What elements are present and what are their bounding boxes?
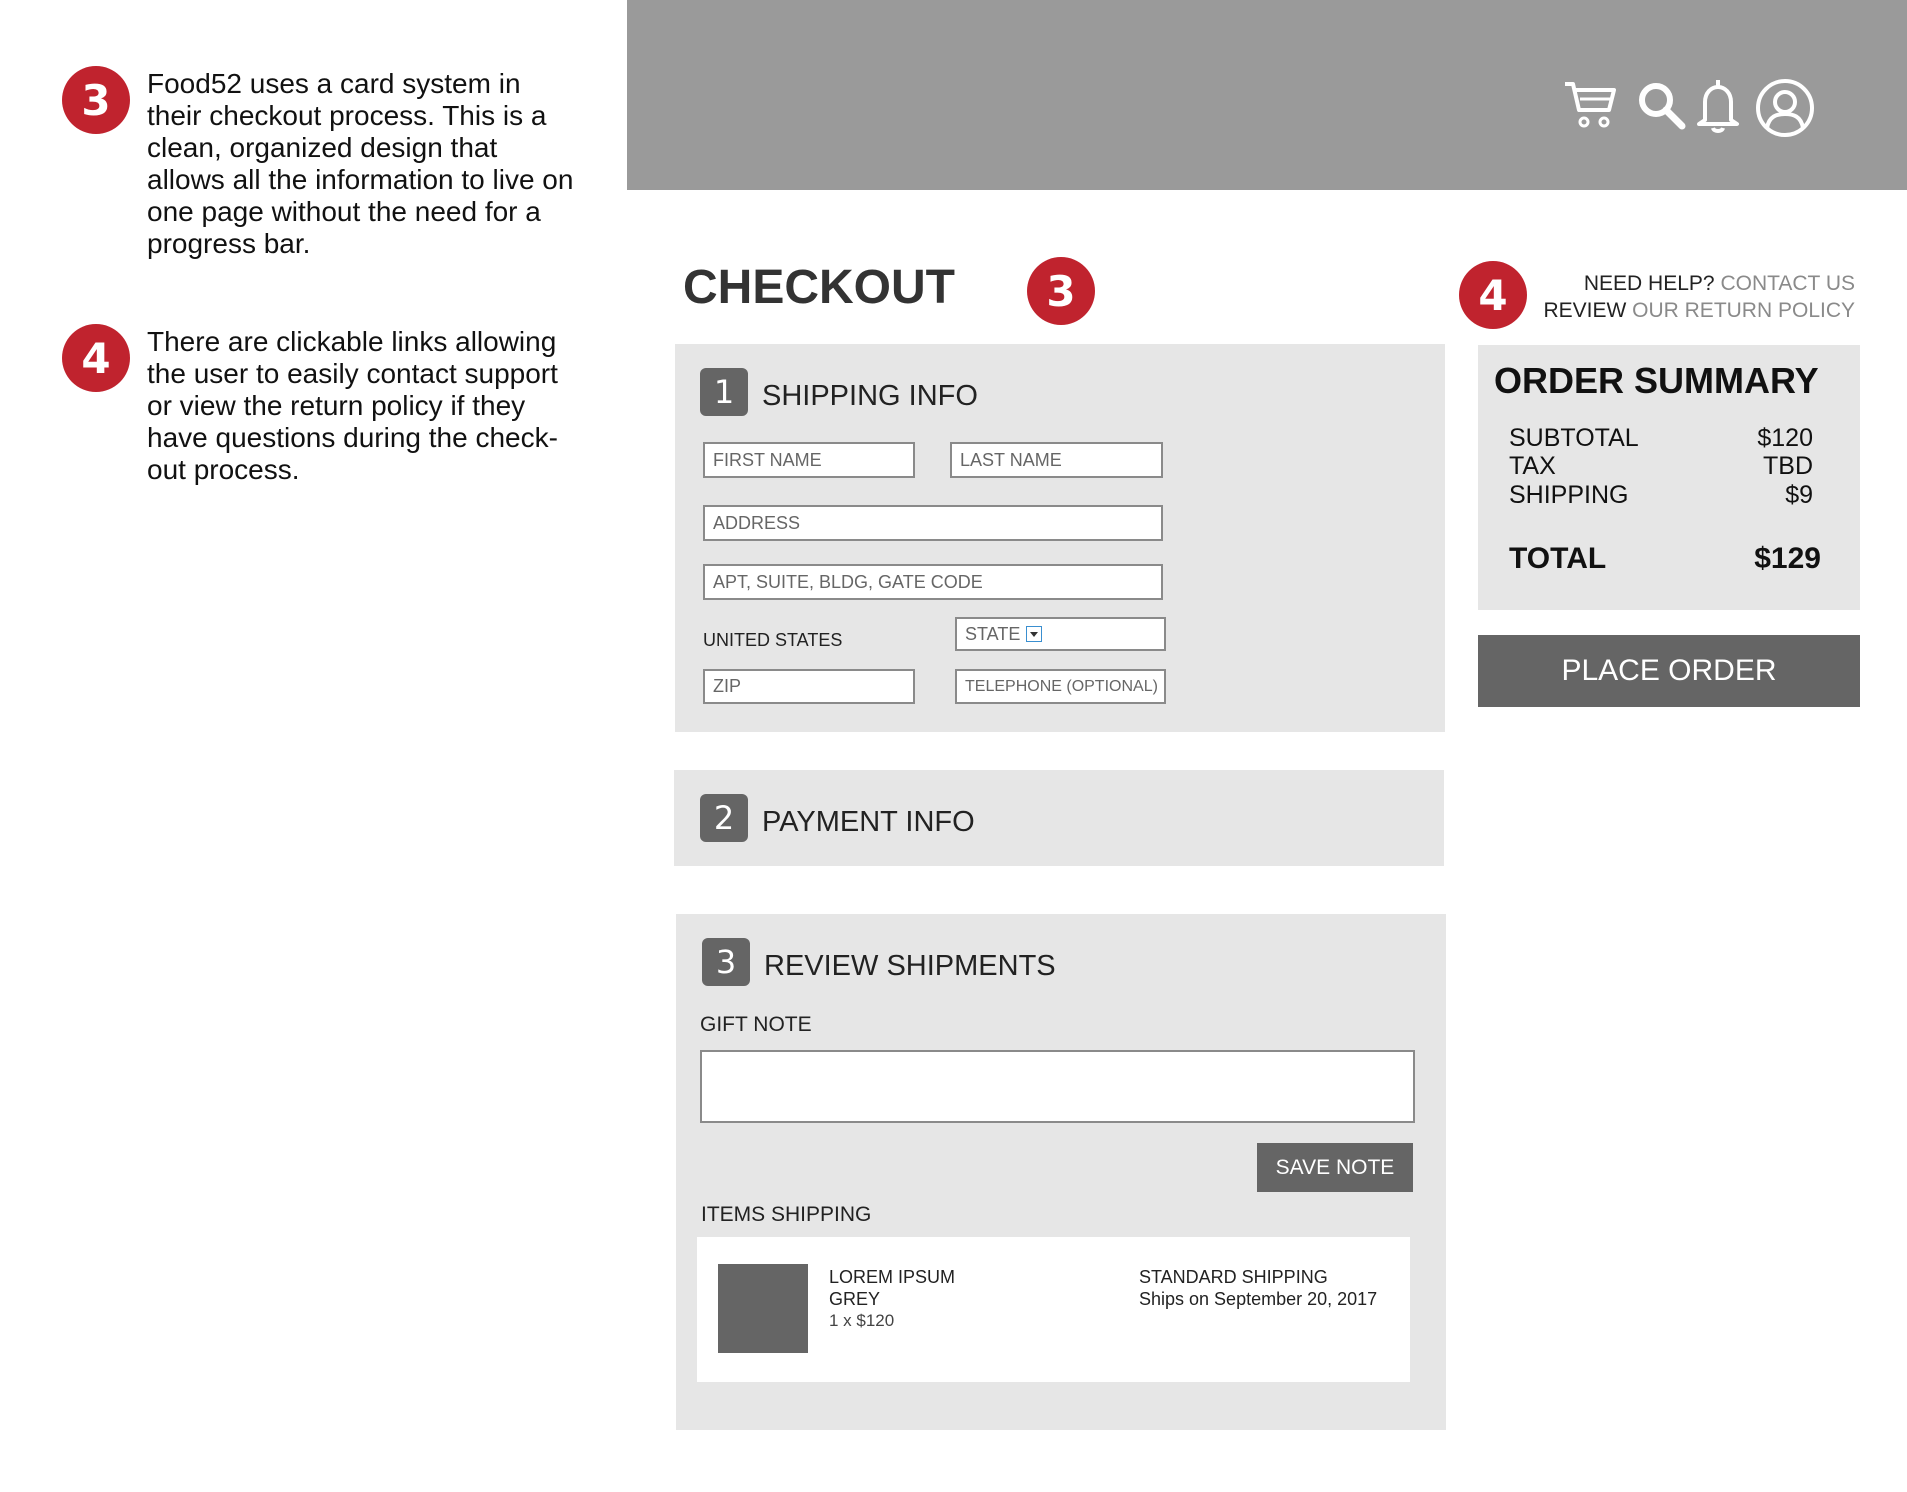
shipping-value: $9: [1785, 481, 1813, 509]
review-label: REVIEW: [1543, 299, 1627, 322]
gift-note-label: GIFT NOTE: [700, 1013, 812, 1036]
ship-date: Ships on September 20, 2017: [1139, 1289, 1378, 1309]
checkout-annotation-badge: 3: [1027, 257, 1095, 325]
annotation-4-text: There are clickable links allowing the u…: [147, 326, 558, 485]
annotation-4-badge: 4: [62, 324, 130, 392]
total-value: $129: [1754, 542, 1821, 575]
annotation-3-text: Food52 uses a card system in their check…: [147, 68, 574, 259]
payment-step-number: 2: [700, 794, 748, 842]
contact-us-link[interactable]: CONTACT US: [1720, 272, 1855, 295]
items-shipping-label: ITEMS SHIPPING: [701, 1203, 872, 1226]
page-title: CHECKOUT: [683, 261, 955, 314]
tax-label: TAX: [1509, 452, 1556, 480]
apt-field[interactable]: APT, SUITE, BLDG, GATE CODE: [703, 564, 1163, 600]
search-icon[interactable]: [1636, 80, 1686, 130]
state-select[interactable]: STATE: [955, 617, 1166, 651]
last-name-field[interactable]: LAST NAME: [950, 442, 1163, 478]
payment-info-title: PAYMENT INFO: [762, 806, 975, 838]
country-label[interactable]: UNITED STATES: [703, 630, 842, 651]
product-thumbnail: [718, 1264, 808, 1353]
review-shipments-title: REVIEW SHIPMENTS: [764, 950, 1056, 982]
annotation-3-badge: 3: [62, 66, 130, 134]
telephone-field[interactable]: TELEPHONE (OPTIONAL): [955, 669, 1166, 704]
need-help-line: NEED HELP? CONTACT US: [1584, 272, 1855, 296]
subtotal-value: $120: [1757, 424, 1813, 452]
review-step-number: 3: [702, 938, 750, 986]
return-policy-link[interactable]: OUR RETURN POLICY: [1632, 299, 1855, 322]
order-summary-title: ORDER SUMMARY: [1494, 360, 1819, 401]
address-field[interactable]: ADDRESS: [703, 505, 1163, 541]
shipping-info-title: SHIPPING INFO: [762, 380, 978, 412]
item-qty-price: 1 x $120: [829, 1311, 895, 1330]
shipping-label: SHIPPING: [1509, 481, 1629, 509]
total-label: TOTAL: [1509, 542, 1607, 575]
cart-icon[interactable]: [1563, 80, 1617, 130]
tax-value: TBD: [1763, 452, 1813, 480]
state-label: STATE: [965, 623, 1021, 644]
return-policy-line: REVIEW OUR RETURN POLICY: [1543, 299, 1855, 323]
subtotal-label: SUBTOTAL: [1509, 424, 1639, 452]
save-note-button[interactable]: SAVE NOTE: [1257, 1143, 1413, 1192]
chevron-down-icon[interactable]: [1026, 626, 1043, 642]
help-annotation-badge: 4: [1459, 261, 1527, 329]
place-order-button[interactable]: PLACE ORDER: [1478, 635, 1860, 707]
zip-field[interactable]: ZIP: [703, 669, 915, 704]
shipping-step-number: 1: [700, 368, 748, 416]
shipping-method: STANDARD SHIPPING: [1139, 1267, 1328, 1287]
need-help-label: NEED HELP?: [1583, 272, 1715, 295]
first-name-field[interactable]: FIRST NAME: [703, 442, 915, 478]
bell-icon[interactable]: [1695, 76, 1741, 134]
item-name: LOREM IPSUM: [829, 1267, 956, 1287]
item-color: GREY: [829, 1289, 881, 1309]
gift-note-input[interactable]: [700, 1050, 1415, 1123]
user-icon[interactable]: [1755, 78, 1815, 138]
